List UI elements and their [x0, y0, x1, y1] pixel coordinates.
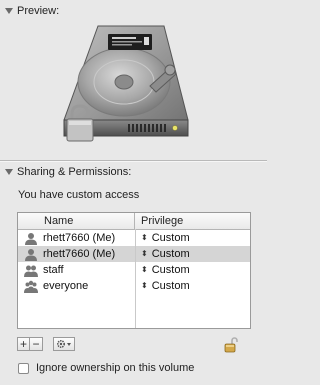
name-cell: everyone	[18, 280, 135, 293]
table-row[interactable]: everyone ⬍ Custom	[18, 278, 250, 294]
remove-button[interactable]: −	[30, 337, 43, 351]
disclosure-triangle-icon[interactable]	[5, 169, 13, 175]
updown-arrows-icon: ⬍	[141, 249, 148, 258]
privilege-value: Custom	[151, 264, 190, 276]
column-separator	[135, 229, 136, 328]
ignore-ownership-checkbox[interactable]	[18, 362, 29, 374]
preview-header-label: Preview:	[17, 5, 60, 17]
privilege-value: Custom	[151, 280, 190, 292]
name-cell: rhett7660 (Me)	[18, 232, 135, 245]
privilege-popup[interactable]: ⬍ Custom	[135, 264, 190, 276]
updown-arrows-icon: ⬍	[141, 281, 148, 290]
privilege-popup[interactable]: ⬍ Custom	[135, 248, 190, 260]
permissions-table[interactable]: Name Privilege rhett7660 (Me) ⬍ Custom r…	[17, 212, 251, 329]
user-icon	[25, 248, 37, 261]
lock-button[interactable]	[224, 337, 238, 356]
privilege-value: Custom	[151, 232, 190, 244]
privilege-popup[interactable]: ⬍ Custom	[135, 280, 190, 292]
name-cell: staff	[18, 264, 135, 277]
disclosure-triangle-icon[interactable]	[5, 8, 13, 14]
ignore-ownership-option[interactable]: Ignore ownership on this volume	[18, 362, 194, 374]
privilege-value: Custom	[151, 248, 190, 260]
updown-arrows-icon: ⬍	[141, 265, 148, 274]
access-status-text: You have custom access	[18, 189, 140, 201]
updown-arrows-icon: ⬍	[141, 233, 148, 242]
table-row[interactable]: rhett7660 (Me) ⬍ Custom	[18, 230, 250, 246]
user-name: rhett7660 (Me)	[43, 248, 116, 260]
unlocked-padlock-icon	[224, 337, 238, 353]
table-header: Name Privilege	[18, 213, 250, 230]
table-row-selected[interactable]: rhett7660 (Me) ⬍ Custom	[18, 246, 250, 262]
everyone-icon	[24, 280, 38, 293]
preview-section-header[interactable]: Preview:	[0, 3, 267, 19]
section-divider-highlight	[0, 161, 267, 162]
sharing-header-label: Sharing & Permissions:	[17, 166, 132, 178]
hard-drive-preview	[58, 24, 194, 154]
user-name: rhett7660 (Me)	[43, 232, 116, 244]
ignore-ownership-label: Ignore ownership on this volume	[36, 362, 195, 374]
table-row[interactable]: staff ⬍ Custom	[18, 262, 250, 278]
group-name: staff	[43, 264, 64, 276]
group-name: everyone	[43, 280, 89, 292]
user-icon	[25, 232, 37, 245]
permissions-toolbar: + −	[17, 337, 75, 353]
add-button[interactable]: +	[17, 337, 30, 351]
group-icon	[24, 265, 38, 277]
sharing-section-header[interactable]: Sharing & Permissions:	[0, 164, 267, 180]
column-header-privilege[interactable]: Privilege	[135, 213, 183, 229]
column-header-name[interactable]: Name	[18, 213, 135, 229]
hard-drive-icon	[63, 25, 189, 142]
action-menu-button[interactable]	[53, 337, 75, 351]
name-cell: rhett7660 (Me)	[18, 248, 135, 261]
privilege-popup[interactable]: ⬍ Custom	[135, 232, 190, 244]
gear-icon	[56, 339, 71, 349]
